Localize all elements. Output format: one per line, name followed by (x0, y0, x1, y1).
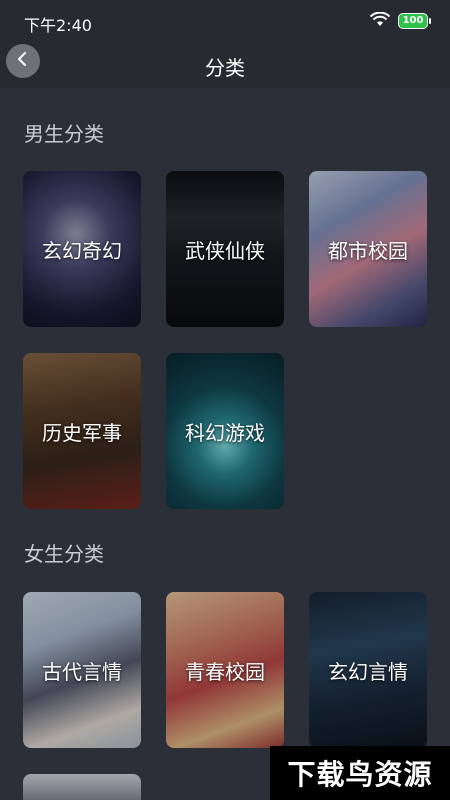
category-card-fantasy-romance[interactable]: 玄幻言情 (309, 592, 427, 748)
category-label: 武侠仙侠 (185, 238, 265, 263)
wifi-icon (369, 11, 391, 32)
status-time: 下午2:40 (24, 16, 92, 35)
status-bar: 下午2:40 100 (0, 0, 450, 44)
category-label: 古代言情 (42, 659, 122, 684)
page-title: 分类 (205, 56, 245, 80)
watermark: 下载鸟资源 (270, 746, 450, 800)
category-label: 科幻游戏 (185, 420, 265, 445)
category-card-fantasy[interactable]: 玄幻奇幻 (23, 171, 141, 327)
category-label: 玄幻言情 (328, 659, 408, 684)
category-card-partial[interactable] (23, 774, 141, 800)
watermark-text: 下载鸟资源 (287, 758, 433, 791)
category-card-urban[interactable]: 都市校园 (309, 171, 427, 327)
card-image (23, 774, 141, 800)
category-card-history[interactable]: 历史军事 (23, 353, 141, 509)
section-title-female: 女生分类 (24, 542, 104, 566)
category-label: 玄幻奇幻 (42, 238, 122, 263)
category-card-ancient-romance[interactable]: 古代言情 (23, 592, 141, 748)
category-card-scifi[interactable]: 科幻游戏 (166, 353, 284, 509)
category-label: 青春校园 (185, 659, 265, 684)
nav-bar: 分类 (0, 44, 450, 88)
category-label: 都市校园 (328, 238, 408, 263)
battery-icon: 100 (398, 13, 431, 29)
section-title-male: 男生分类 (24, 122, 104, 146)
category-card-youth-campus[interactable]: 青春校园 (166, 592, 284, 748)
category-label: 历史军事 (42, 420, 122, 445)
category-card-wuxia[interactable]: 武侠仙侠 (166, 171, 284, 327)
